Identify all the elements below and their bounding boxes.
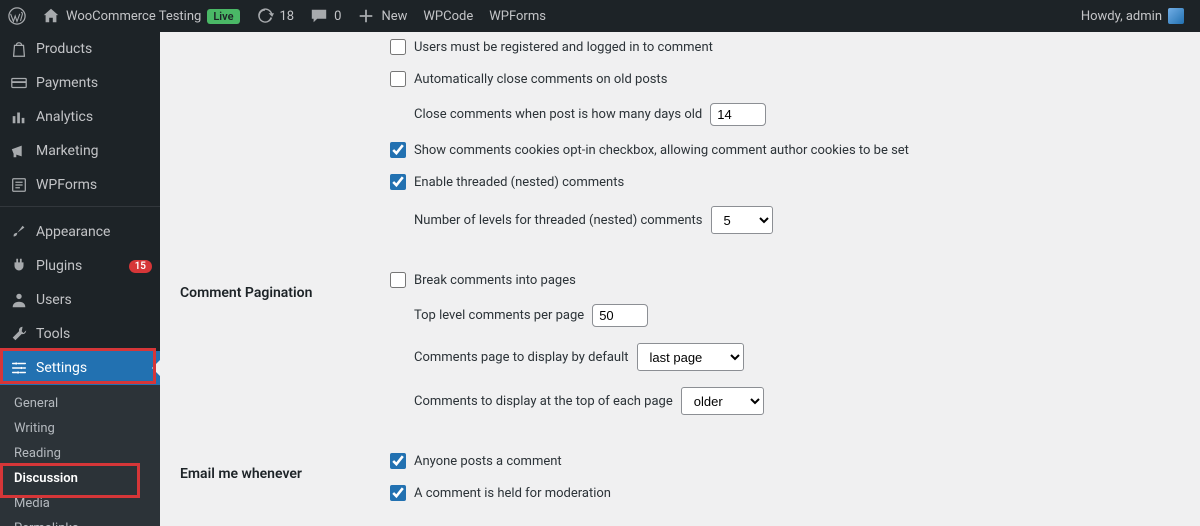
cookies-optin-checkbox[interactable] bbox=[390, 142, 406, 158]
anyone-posts-checkbox[interactable] bbox=[390, 453, 406, 469]
comment-icon bbox=[310, 7, 328, 25]
wordpress-icon bbox=[8, 7, 26, 25]
sidebar-item-payments[interactable]: Payments bbox=[0, 66, 160, 100]
auto-close-label[interactable]: Automatically close comments on old post… bbox=[390, 71, 667, 87]
held-for-moderation-label[interactable]: A comment is held for moderation bbox=[390, 485, 611, 501]
sidebar-item-settings[interactable]: Settings bbox=[0, 351, 160, 385]
sidebar-item-appearance[interactable]: Appearance bbox=[0, 215, 160, 249]
sidebar-item-users[interactable]: Users bbox=[0, 283, 160, 317]
other-comment-settings: Users must be registered and logged in t… bbox=[390, 47, 1170, 250]
close-days-label: Close comments when post is how many day… bbox=[414, 107, 702, 122]
home-icon bbox=[42, 7, 60, 25]
break-pages-checkbox[interactable] bbox=[390, 272, 406, 288]
avatar bbox=[1168, 8, 1184, 24]
registered-to-comment-checkbox[interactable] bbox=[390, 39, 406, 55]
form-icon bbox=[10, 176, 28, 194]
sidebar-item-label: Plugins bbox=[36, 258, 82, 274]
user-icon bbox=[10, 291, 28, 309]
anyone-posts-label[interactable]: Anyone posts a comment bbox=[390, 453, 562, 469]
new-link[interactable]: New bbox=[349, 0, 415, 32]
sidebar-item-analytics[interactable]: Analytics bbox=[0, 100, 160, 134]
new-label: New bbox=[381, 9, 407, 24]
threaded-comments-label[interactable]: Enable threaded (nested) comments bbox=[390, 174, 624, 190]
sidebar-item-label: Products bbox=[36, 41, 92, 57]
live-badge: Live bbox=[207, 9, 239, 24]
sidebar-item-label: Appearance bbox=[36, 224, 110, 240]
settings-content: Users must be registered and logged in t… bbox=[160, 32, 1200, 526]
bars-icon bbox=[10, 108, 28, 126]
sidebar-item-tools[interactable]: Tools bbox=[0, 317, 160, 351]
order-label: Comments to display at the top of each p… bbox=[414, 394, 673, 409]
sidebar-item-wpforms[interactable]: WPForms bbox=[0, 168, 160, 202]
sub-item-permalinks[interactable]: Permalinks bbox=[0, 516, 160, 526]
wrench-icon bbox=[10, 325, 28, 343]
comments-link[interactable]: 0 bbox=[302, 0, 349, 32]
default-page-select[interactable]: last page bbox=[637, 343, 744, 371]
threaded-levels-label: Number of levels for threaded (nested) c… bbox=[414, 213, 703, 228]
plug-icon bbox=[10, 257, 28, 275]
sidebar-item-label: Settings bbox=[36, 360, 87, 376]
comments-count: 0 bbox=[334, 9, 341, 24]
sub-item-writing[interactable]: Writing bbox=[0, 416, 160, 441]
sub-item-general[interactable]: General bbox=[0, 391, 160, 416]
auto-close-checkbox[interactable] bbox=[390, 71, 406, 87]
admin-sidebar: Products Payments Analytics Marketing WP… bbox=[0, 32, 160, 526]
sidebar-item-marketing[interactable]: Marketing bbox=[0, 134, 160, 168]
per-page-label: Top level comments per page bbox=[414, 308, 584, 323]
email-me-whenever: Anyone posts a comment A comment is held… bbox=[390, 461, 1170, 517]
sidebar-item-label: Tools bbox=[36, 326, 70, 342]
plugin-update-badge: 15 bbox=[129, 260, 152, 273]
wpcode-link[interactable]: WPCode bbox=[415, 0, 481, 32]
wpforms-link[interactable]: WPForms bbox=[481, 0, 554, 32]
sliders-icon bbox=[10, 359, 28, 377]
comment-pagination: Break comments into pages Top level comm… bbox=[390, 280, 1170, 431]
sidebar-item-label: Payments bbox=[36, 75, 98, 91]
default-page-label: Comments page to display by default bbox=[414, 350, 629, 365]
sidebar-item-products[interactable]: Products bbox=[0, 32, 160, 66]
held-for-moderation-checkbox[interactable] bbox=[390, 485, 406, 501]
threaded-levels-select[interactable]: 5 bbox=[711, 206, 773, 234]
sidebar-item-label: Analytics bbox=[36, 109, 93, 125]
plus-icon bbox=[357, 7, 375, 25]
howdy-link[interactable]: Howdy, admin bbox=[1073, 0, 1192, 32]
brush-icon bbox=[10, 223, 28, 241]
break-pages-label[interactable]: Break comments into pages bbox=[390, 272, 576, 288]
cookies-optin-label[interactable]: Show comments cookies opt-in checkbox, a… bbox=[390, 142, 909, 158]
megaphone-icon bbox=[10, 142, 28, 160]
bag-icon bbox=[10, 40, 28, 58]
card-icon bbox=[10, 74, 28, 92]
section-heading-pagination: Comment Pagination bbox=[180, 265, 380, 446]
sidebar-item-plugins[interactable]: Plugins 15 bbox=[0, 249, 160, 283]
registered-to-comment-label[interactable]: Users must be registered and logged in t… bbox=[390, 39, 713, 55]
wp-logo[interactable] bbox=[0, 0, 34, 32]
sub-item-reading[interactable]: Reading bbox=[0, 441, 160, 466]
sub-item-media[interactable]: Media bbox=[0, 491, 160, 516]
order-select[interactable]: older bbox=[681, 387, 764, 415]
refresh-icon bbox=[256, 7, 274, 25]
section-heading-email: Email me whenever bbox=[180, 446, 380, 526]
settings-submenu: General Writing Reading Discussion Media… bbox=[0, 385, 160, 526]
sidebar-item-label: Marketing bbox=[36, 143, 99, 159]
admin-bar: WooCommerce Testing Live 18 0 New WPCode… bbox=[0, 0, 1200, 32]
sidebar-item-label: Users bbox=[36, 292, 72, 308]
site-link[interactable]: WooCommerce Testing Live bbox=[34, 0, 248, 32]
sidebar-item-label: WPForms bbox=[36, 177, 97, 193]
site-title: WooCommerce Testing bbox=[66, 9, 201, 24]
updates-count: 18 bbox=[280, 9, 295, 24]
sub-item-discussion[interactable]: Discussion bbox=[0, 466, 160, 491]
updates-link[interactable]: 18 bbox=[248, 0, 303, 32]
close-days-input[interactable] bbox=[710, 103, 766, 126]
per-page-input[interactable] bbox=[592, 304, 648, 327]
threaded-comments-checkbox[interactable] bbox=[390, 174, 406, 190]
